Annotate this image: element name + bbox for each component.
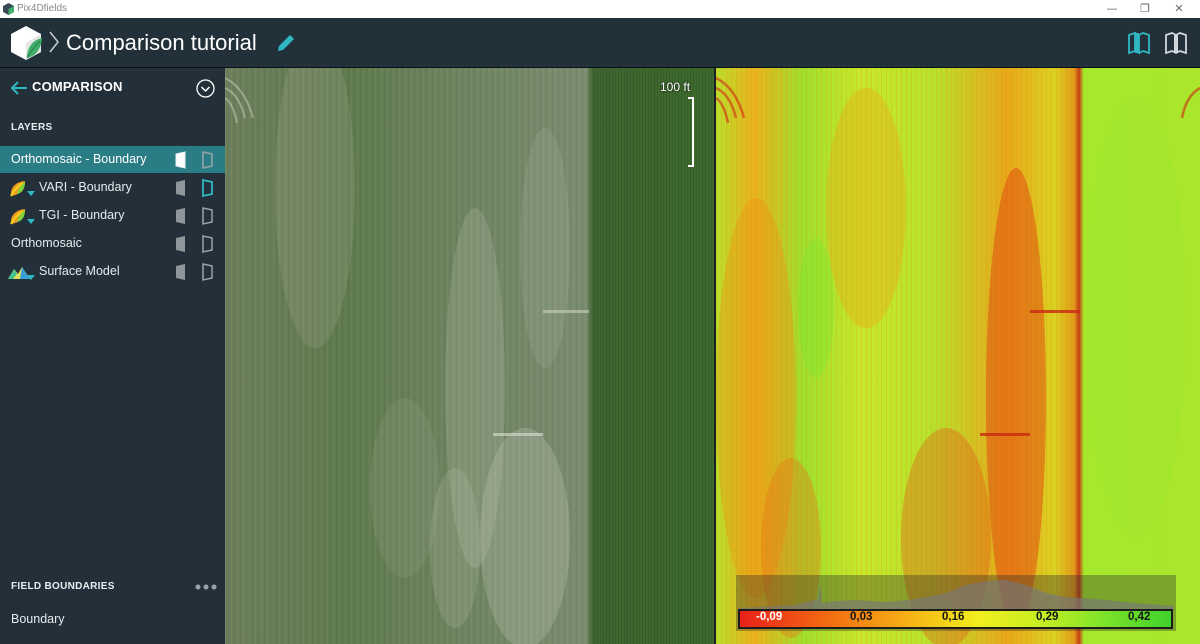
restore-button[interactable]: ❐ [1138, 2, 1152, 16]
legend-tick: 0,03 [850, 611, 873, 623]
leaf-index-icon [10, 181, 35, 197]
close-button[interactable]: ✕ [1172, 2, 1186, 16]
breadcrumb-chevron-icon [49, 31, 59, 53]
map-view-left-orthomosaic[interactable] [225, 68, 714, 644]
pencil-icon[interactable] [275, 32, 297, 54]
layers-section-label: LAYERS [11, 122, 53, 133]
field-boundaries-section-label: FIELD BOUNDARIES [11, 581, 115, 592]
vari-index-image [716, 68, 1200, 644]
layer-orthomosaic[interactable]: Orthomosaic [0, 230, 225, 257]
right-view-toggle-icon[interactable] [202, 179, 213, 197]
sidebar-header: COMPARISON [0, 68, 225, 108]
layer-orthomosaic-boundary[interactable]: Orthomosaic - Boundary [0, 146, 225, 173]
legend-tick: -0,09 [756, 611, 783, 623]
window-titlebar: Pix4Dfields — ❐ ✕ [0, 0, 1200, 18]
layer-name: Orthomosaic [11, 236, 82, 250]
left-view-toggle-icon[interactable] [175, 151, 186, 169]
index-legend[interactable]: -0,09 0,03 0,16 0,29 0,42 [736, 575, 1176, 631]
layer-name: Orthomosaic - Boundary [11, 152, 147, 166]
field-boundary-item[interactable]: Boundary [11, 612, 65, 626]
app-logo-icon [3, 3, 14, 15]
left-view-toggle-icon[interactable] [175, 263, 186, 281]
pix4d-logo-icon[interactable] [9, 25, 43, 61]
scale-label: 100 ft [660, 80, 691, 94]
layer-name: TGI - Boundary [39, 208, 125, 222]
histogram [738, 580, 1174, 609]
project-title: Comparison tutorial [66, 30, 257, 55]
layer-vari-boundary[interactable]: VARI - Boundary [0, 174, 225, 201]
orthomosaic-image [225, 68, 714, 644]
left-view-toggle-icon[interactable] [175, 179, 186, 197]
right-view-toggle-icon[interactable] [202, 235, 213, 253]
layer-surface-model[interactable]: Surface Model [0, 258, 225, 285]
right-view-toggle-icon[interactable] [202, 263, 213, 281]
left-view-toggle-icon[interactable] [175, 235, 186, 253]
legend-tick: 0,16 [942, 611, 965, 623]
map-view-right-vari[interactable] [716, 68, 1200, 644]
terrain-icon [8, 267, 35, 280]
legend-tick: 0,29 [1036, 611, 1059, 623]
app-header: Comparison tutorial [0, 18, 1200, 68]
layer-tgi-boundary[interactable]: TGI - Boundary [0, 202, 225, 229]
sidebar-title: COMPARISON [32, 79, 123, 94]
chevron-down-icon[interactable] [196, 79, 215, 98]
sidebar: COMPARISON LAYERS Orthomosaic - Boundary… [0, 68, 225, 644]
right-view-toggle-icon[interactable] [202, 207, 213, 225]
app-title: Pix4Dfields [17, 3, 68, 14]
split-view-icon[interactable] [1127, 31, 1151, 55]
layer-name: VARI - Boundary [39, 180, 132, 194]
layer-name: Surface Model [39, 264, 120, 278]
leaf-index-icon [10, 209, 35, 225]
right-view-toggle-icon[interactable] [202, 151, 213, 169]
legend-tick: 0,42 [1128, 611, 1151, 623]
minimize-button[interactable]: — [1105, 2, 1119, 16]
more-options-icon[interactable] [194, 581, 218, 593]
scale-bar [688, 97, 694, 167]
back-arrow-icon[interactable] [10, 80, 28, 96]
left-view-toggle-icon[interactable] [175, 207, 186, 225]
map-book-icon[interactable] [1164, 31, 1188, 55]
